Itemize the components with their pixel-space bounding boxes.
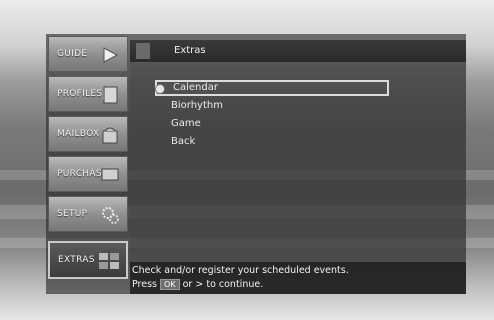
menu-item-biorhythm[interactable]: Biorhythm — [155, 98, 389, 114]
selection-cursor-icon — [155, 84, 165, 94]
page-title: Extras — [174, 45, 206, 56]
profile-card-icon — [99, 84, 121, 106]
status-line-2: Press OK or > to continue. — [132, 279, 263, 290]
sidebar-item-setup[interactable]: SETUP — [48, 196, 128, 232]
status-line-1: Check and/or register your scheduled eve… — [132, 265, 349, 276]
menu-item-label: Calendar — [173, 82, 218, 93]
content-area — [130, 40, 466, 262]
sidebar-item-profiles[interactable]: PROFILES — [48, 76, 128, 112]
extras-tiles-icon — [98, 250, 120, 272]
header-accent — [136, 43, 150, 59]
sidebar-item-guide[interactable]: GUIDE — [48, 36, 128, 72]
sidebar-item-label: PROFILES — [57, 89, 103, 99]
ok-key-badge: OK — [160, 279, 180, 290]
sidebar-item-extras[interactable]: EXTRAS — [48, 241, 128, 279]
purchase-screen-icon — [99, 164, 121, 186]
mailbox-icon — [99, 124, 121, 146]
sidebar-item-label: GUIDE — [57, 49, 88, 59]
menu-item-label: Back — [171, 136, 196, 147]
sidebar-item-label: EXTRAS — [58, 255, 95, 265]
status-text: or > to continue. — [182, 279, 264, 290]
menu-item-label: Game — [171, 118, 201, 129]
menu-item-calendar[interactable]: Calendar — [155, 80, 389, 96]
menu-item-label: Biorhythm — [171, 100, 223, 111]
status-bar: Check and/or register your scheduled eve… — [130, 262, 466, 294]
sidebar-item-label: SETUP — [57, 209, 88, 219]
gears-icon — [99, 204, 121, 226]
menu-item-back[interactable]: Back — [155, 134, 389, 150]
sidebar-item-label: MAILBOX — [57, 129, 100, 139]
header-bar: Extras — [130, 40, 466, 63]
arrow-right-icon — [99, 44, 121, 66]
sidebar-item-mailbox[interactable]: MAILBOX — [48, 116, 128, 152]
sidebar-item-purchases[interactable]: PURCHASES — [48, 156, 128, 192]
status-text: Press — [132, 279, 158, 290]
menu-item-game[interactable]: Game — [155, 116, 389, 132]
